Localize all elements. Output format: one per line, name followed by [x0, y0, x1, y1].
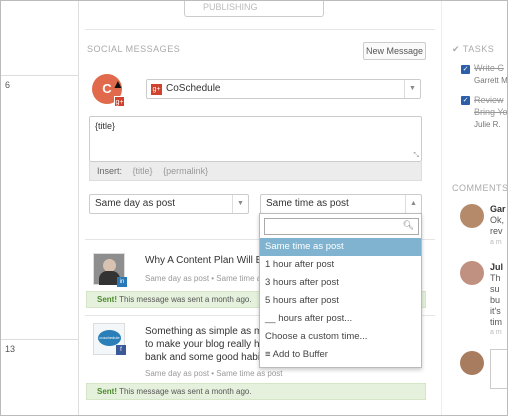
insert-bar: Insert: {title} {permalink} [89, 162, 422, 181]
divider [85, 29, 435, 30]
task-checkbox[interactable]: ✓ [461, 65, 470, 74]
linkedin-icon: in [117, 277, 127, 287]
task-checkbox[interactable]: ✓ [461, 96, 470, 105]
dropdown-option-buffer[interactable]: ≡ Add to Buffer [260, 346, 421, 364]
comment-time: a m [490, 329, 502, 336]
account-name: CoSchedule [166, 83, 221, 94]
calendar-row-divider [1, 75, 79, 76]
buffer-icon: ≡ [265, 349, 271, 360]
day-select[interactable]: Same day as post ▼ [89, 194, 249, 214]
commenter-avatar [460, 204, 484, 228]
day-select-value: Same day as post [95, 198, 176, 209]
google-plus-icon: g+ [114, 96, 125, 107]
resize-handle-icon[interactable]: ⤡ [413, 152, 419, 160]
sent-text: This message was sent a month ago. [119, 387, 252, 396]
account-select[interactable]: g+ CoSchedule ▼ [146, 79, 421, 99]
comment-input[interactable] [490, 349, 507, 389]
publishing-label: PUBLISHING [203, 2, 258, 12]
dropdown-option[interactable]: __ hours after post... [260, 310, 421, 328]
chevron-up-icon: ▲ [405, 195, 421, 213]
new-message-button[interactable]: New Message [363, 42, 426, 60]
message-title-line: bank and some good habits. [145, 352, 259, 363]
message-title[interactable]: Something as simple as making to make yo… [145, 325, 259, 364]
google-plus-icon: g+ [151, 84, 162, 95]
commenter-avatar [460, 261, 484, 285]
sent-text: This message was sent a month ago. [119, 295, 252, 304]
comment-line: rev [490, 226, 503, 236]
message-textarea[interactable]: {title} ⤡ [89, 116, 422, 162]
facebook-icon: f [116, 345, 126, 355]
sent-label: Sent! [97, 295, 117, 304]
sent-label: Sent! [97, 387, 117, 396]
dropdown-option[interactable]: Same time as post [260, 238, 421, 256]
message-meta: Same day as post • Same time as post [145, 369, 283, 378]
comment-time: a m [490, 239, 502, 246]
app-window: 6 13 PUBLISHING SOCIAL MESSAGES New Mess… [0, 0, 508, 416]
comment-line: Ok, [490, 215, 505, 225]
task-assignee: Garrett M [474, 76, 508, 85]
time-select[interactable]: Same time as post ▲ [260, 194, 422, 214]
message-meta: Same day as post • Same time as post [145, 274, 270, 283]
checkmark-icon: ✔ [452, 44, 461, 54]
calendar-row-divider [1, 339, 79, 340]
comment-line: su [490, 284, 500, 294]
task-text[interactable]: Write C [474, 63, 504, 73]
commenter-avatar [460, 351, 484, 375]
insert-permalink-token[interactable]: {permalink} [163, 166, 208, 176]
chevron-down-icon: ▼ [404, 80, 420, 98]
message-title[interactable]: Why A Content Plan Will Bring [145, 255, 270, 266]
calendar-week-number: 6 [5, 80, 11, 90]
comment-line: it's [490, 306, 501, 316]
task-text-line2: Bring Yo [474, 107, 508, 117]
dropdown-option[interactable]: 1 hour after post [260, 256, 421, 274]
message-title-line: to make your blog really happy! [145, 339, 259, 350]
dropdown-option[interactable]: 5 hours after post [260, 292, 421, 310]
insert-title-token[interactable]: {title} [133, 166, 153, 176]
calendar-column: 6 13 [1, 1, 79, 415]
dropdown-search-input[interactable]: 🔍︎ [264, 218, 419, 235]
comments-title: COMMENTS [452, 183, 508, 193]
comment-line: tim [490, 317, 502, 327]
sent-status-bar: Sent! This message was sent a month ago. [86, 383, 426, 400]
right-sidebar: ✔ TASKS ✓ Write C Garrett M ✓ Review Bri… [441, 1, 508, 415]
commenter-name: Jul [490, 262, 504, 272]
dropdown-option[interactable]: Choose a custom time... [260, 328, 421, 346]
coschedule-logo: coschedule [98, 330, 121, 346]
social-messages-panel: PUBLISHING SOCIAL MESSAGES New Message C… [79, 1, 441, 415]
buffer-option-label: Add to Buffer [272, 349, 328, 360]
calendar-week-number: 13 [5, 344, 16, 354]
time-dropdown-menu: 🔍︎ Same time as post 1 hour after post 3… [259, 213, 422, 368]
mouse-cursor-icon: ▲ [112, 77, 124, 91]
tasks-title: ✔ TASKS [452, 44, 494, 55]
publishing-button[interactable]: PUBLISHING [184, 1, 324, 17]
tasks-title-text: TASKS [462, 44, 495, 54]
message-title-line: Something as simple as making [145, 326, 259, 337]
comment-line: bu [490, 295, 501, 305]
chevron-down-icon: ▼ [232, 195, 248, 213]
time-select-value: Same time as post [266, 198, 349, 209]
message-text: {title} [95, 121, 116, 131]
dropdown-option[interactable]: 3 hours after post [260, 274, 421, 292]
insert-label: Insert: [97, 166, 123, 176]
comment-line: Th [490, 273, 501, 283]
avatar-initial: C [102, 81, 112, 96]
section-title: SOCIAL MESSAGES [87, 44, 181, 54]
commenter-name: Gar [490, 204, 506, 214]
task-text[interactable]: Review [474, 95, 504, 105]
task-assignee: Julie R. [474, 120, 501, 129]
search-icon: 🔍︎ [402, 220, 414, 230]
